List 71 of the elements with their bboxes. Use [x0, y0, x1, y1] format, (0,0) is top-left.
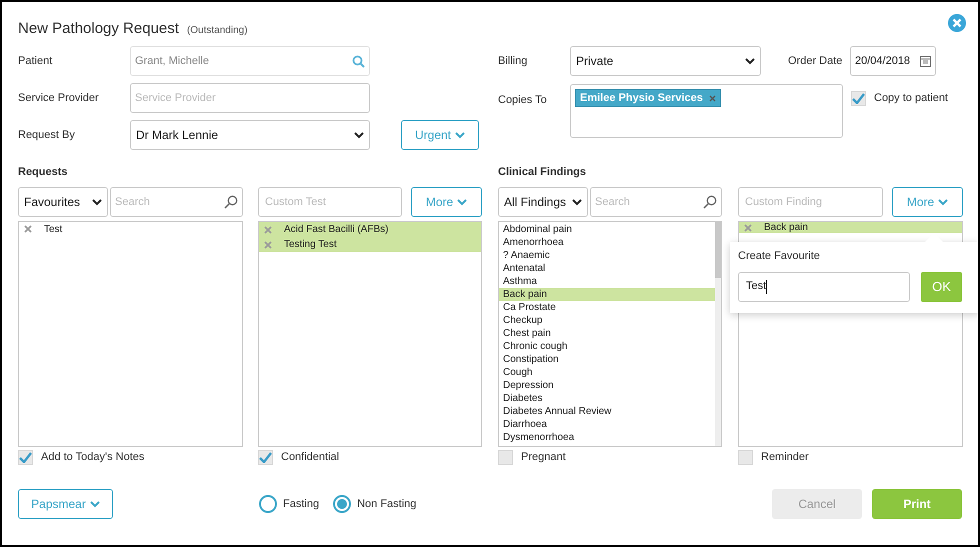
status-text: (Outstanding): [186, 24, 248, 38]
list-item[interactable]: Depression: [499, 379, 715, 392]
section-heading: Clinical Findings: [498, 165, 588, 180]
order-date-field[interactable]: 20/04/2018: [850, 46, 936, 76]
remove-icon[interactable]: [708, 94, 716, 102]
patient-field[interactable]: Grant, Michelle: [130, 46, 370, 76]
close-icon[interactable]: [948, 14, 966, 32]
checkbox-label: Confidential: [281, 450, 340, 465]
recipient-tag: Emilee Physio Services: [575, 89, 721, 107]
list-item[interactable]: Ca Prostate: [499, 301, 715, 314]
chevron-down-icon: [745, 58, 755, 64]
filter-dropdown[interactable]: Favourites: [18, 187, 108, 217]
search-icon: [703, 195, 717, 209]
list-item[interactable]: Back pain: [764, 222, 808, 233]
billing-dropdown[interactable]: Private: [570, 46, 761, 76]
list-item[interactable]: Diabetes: [499, 392, 715, 405]
list-item[interactable]: Dysmenorrhoea: [499, 431, 715, 444]
radio-label: Fasting: [283, 496, 320, 512]
checkbox[interactable]: [738, 450, 753, 464]
checkbox[interactable]: [498, 450, 513, 464]
list-item[interactable]: Back pain: [499, 288, 715, 301]
list-item[interactable]: Amenorrhoea: [499, 236, 715, 249]
list-item[interactable]: Asthma: [499, 275, 715, 288]
checkbox-label: Add to Today's Notes: [41, 450, 144, 465]
remove-icon[interactable]: [744, 224, 752, 232]
radio-label: Non Fasting: [357, 496, 416, 512]
radio-button[interactable]: [333, 495, 352, 513]
chevron-down-icon: [938, 198, 948, 206]
field-label: Service Provider: [18, 90, 100, 106]
calendar-icon[interactable]: [920, 56, 931, 66]
list-item[interactable]: Antenatal: [499, 262, 715, 275]
chevron-down-icon: [457, 198, 468, 206]
field-label: Billing: [498, 54, 528, 69]
checkbox-label: Reminder: [761, 450, 809, 465]
list-item[interactable]: Chronic cough: [499, 340, 715, 353]
list-item[interactable]: Chest pain: [499, 327, 715, 340]
chevron-down-icon: [354, 132, 364, 138]
checkbox-label: Pregnant: [521, 450, 566, 465]
filter-dropdown[interactable]: All Findings: [498, 187, 588, 217]
list-item[interactable]: Diarrhoea: [499, 418, 715, 431]
field-label: Copies To: [498, 93, 548, 108]
list-item[interactable]: Checkup: [499, 314, 715, 327]
list-item[interactable]: Constipation: [499, 353, 715, 366]
list-item[interactable]: Cough: [499, 366, 715, 379]
list-item[interactable]: ? Anaemic: [499, 249, 715, 262]
list-item[interactable]: Test: [44, 222, 62, 236]
search-icon: [224, 195, 238, 209]
checkbox[interactable]: [258, 450, 273, 464]
request-by-dropdown[interactable]: Dr Mark Lennie: [130, 120, 370, 150]
field-label: Patient: [18, 54, 54, 69]
dialog-title: New Pathology Request: [18, 18, 179, 39]
chevron-down-icon: [92, 198, 102, 206]
favourite-name-field[interactable]: Test: [738, 272, 910, 302]
field-label: Request By: [18, 128, 76, 143]
radio-button[interactable]: [259, 495, 277, 513]
section-heading: Requests: [18, 165, 69, 180]
search-icon: [352, 54, 365, 68]
field-label: Order Date: [788, 54, 844, 69]
list-item[interactable]: Abdominal pain: [499, 223, 715, 236]
scrollbar-thumb[interactable]: [715, 222, 721, 278]
checkbox-label: Copy to patient: [874, 90, 948, 106]
list-item[interactable]: Diabetes Annual Review: [499, 405, 715, 418]
popover-title: Create Favourite: [738, 249, 821, 264]
chevron-down-icon: [90, 500, 100, 508]
remove-icon[interactable]: [264, 226, 272, 234]
remove-icon[interactable]: [264, 240, 272, 248]
chevron-down-icon: [572, 198, 582, 206]
remove-icon[interactable]: [24, 225, 32, 233]
checkbox[interactable]: [18, 450, 33, 464]
checkbox[interactable]: [851, 90, 866, 106]
chevron-down-icon: [455, 132, 466, 138]
